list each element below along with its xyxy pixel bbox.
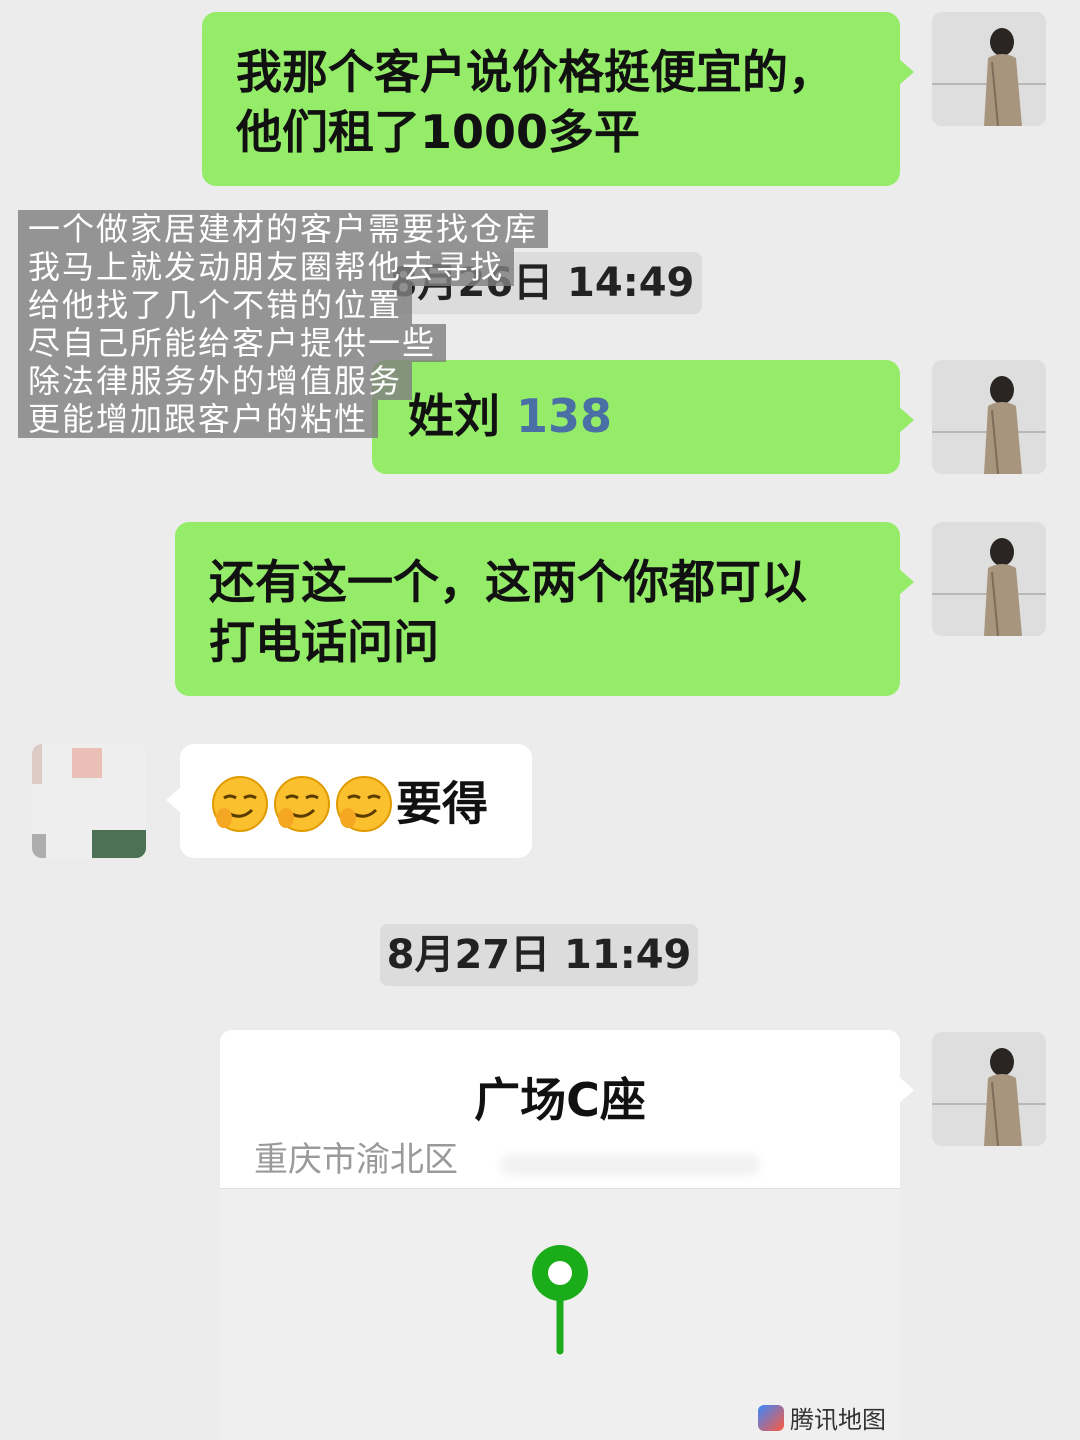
caption-line: 尽自己所能给客户提供一些	[18, 324, 447, 362]
timestamp: 8月27日 11:49	[380, 924, 698, 986]
caption-line: 我马上就发动朋友圈帮他去寻找	[18, 248, 515, 286]
location-title: 广场C座	[474, 1073, 646, 1127]
received-message-bubble[interactable]: 要得	[166, 744, 532, 858]
smirking-face-emoji	[212, 775, 268, 832]
location-address: 重庆市渝北区	[254, 1140, 458, 1180]
caption-line: 一个做家居建材的客户需要找仓库	[18, 210, 549, 248]
map-provider-logo: 腾讯地图	[758, 1400, 886, 1435]
caption-line: 给他找了几个不错的位置	[18, 286, 413, 324]
message-line: 还有这一个，这两个你都可以	[209, 555, 807, 609]
smirking-face-emoji	[336, 775, 392, 832]
person-photo-icon	[932, 522, 1046, 636]
caption-line: 除法律服务外的增值服务	[18, 362, 413, 400]
sent-message-bubble[interactable]: 还有这一个，这两个你都可以 打电话问问	[175, 522, 914, 696]
person-photo-icon	[932, 1032, 1046, 1146]
location-message-card[interactable]: 广场C座 重庆市渝北区 腾讯地图	[220, 1030, 914, 1440]
message-line: 他们租了1000多平	[236, 105, 641, 159]
smirking-face-emoji	[274, 775, 330, 832]
caption-line: 更能增加跟客户的粘性	[18, 400, 379, 438]
redacted-address	[500, 1154, 760, 1176]
self-avatar[interactable]	[932, 1032, 1046, 1146]
tencent-map-icon	[758, 1404, 784, 1431]
message-text: 要得	[396, 776, 488, 831]
map-preview[interactable]: 腾讯地图	[220, 1188, 900, 1440]
map-provider-label: 腾讯地图	[790, 1406, 886, 1434]
map-pin-icon	[532, 1245, 588, 1355]
self-avatar[interactable]	[932, 12, 1046, 126]
person-photo-icon	[932, 12, 1046, 126]
message-line: 打电话问问	[209, 615, 439, 669]
self-avatar[interactable]	[932, 522, 1046, 636]
message-line: 我那个客户说价格挺便宜的，	[236, 45, 834, 99]
overlay-caption: 一个做家居建材的客户需要找仓库 我马上就发动朋友圈帮他去寻找 给他找了几个不错的…	[18, 210, 549, 438]
self-avatar[interactable]	[932, 360, 1046, 474]
sent-message-bubble[interactable]: 我那个客户说价格挺便宜的， 他们租了1000多平	[202, 12, 914, 186]
contact-avatar[interactable]	[32, 744, 146, 858]
blurred-avatar-icon	[32, 744, 146, 858]
person-photo-icon	[932, 360, 1046, 474]
